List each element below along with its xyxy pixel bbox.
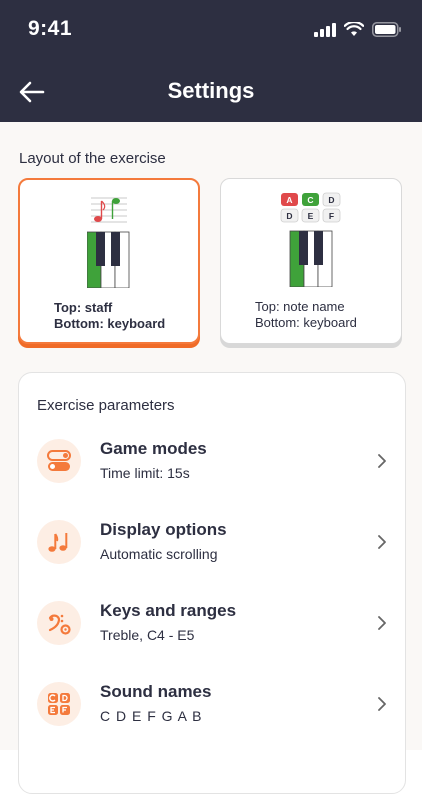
game-modes-row[interactable]: Game modes Time limit: 15s: [19, 433, 405, 503]
layout-option-staff-keyboard[interactable]: Top: staff Bottom: keyboard: [18, 178, 200, 344]
staff-keyboard-illustration: [87, 197, 130, 288]
keys-ranges-row[interactable]: Keys and ranges Treble, C4 - E5: [19, 595, 405, 665]
bass-clef-gear-icon: [37, 601, 81, 645]
param-title: Game modes: [100, 439, 207, 458]
params-title: Exercise parameters: [37, 397, 175, 414]
exercise-parameters-card: Exercise parameters Game modes Time limi…: [18, 372, 406, 794]
status-time: 9:41: [28, 17, 73, 40]
settings-content: Layout of the exercise Top: staff Bottom: [0, 122, 422, 794]
param-subtitle: Treble, C4 - E5: [100, 627, 195, 643]
layout-option-bottom: Bottom: keyboard: [255, 315, 357, 330]
toggle-icon: [37, 439, 81, 483]
svg-text:D: D: [286, 211, 292, 221]
chevron-right-icon: [378, 697, 386, 711]
param-title: Sound names: [100, 682, 212, 701]
svg-text:E: E: [308, 211, 314, 221]
svg-text:C: C: [307, 195, 313, 205]
param-subtitle: Automatic scrolling: [100, 546, 218, 562]
layout-option-bottom: Bottom: keyboard: [54, 316, 166, 331]
param-subtitle: Time limit: 15s: [100, 465, 190, 481]
layout-option-label: Top: staff Bottom: keyboard: [54, 300, 165, 332]
layout-section-label: Layout of the exercise: [19, 150, 166, 167]
status-icons: [314, 22, 402, 37]
param-title: Keys and ranges: [100, 601, 237, 620]
svg-text:D: D: [328, 195, 334, 205]
svg-text:A: A: [286, 195, 292, 205]
chevron-right-icon: [378, 535, 386, 549]
chevron-right-icon: [378, 616, 386, 630]
svg-text:F: F: [329, 211, 334, 221]
wifi-icon: [344, 22, 364, 36]
layout-option-top: Top: staff: [54, 300, 113, 315]
music-notes-icon: [37, 520, 81, 564]
page-title: Settings: [167, 78, 255, 103]
param-subtitle: C D E F G A B: [100, 708, 203, 724]
layout-option-label: Top: note name Bottom: keyboard: [255, 299, 357, 331]
param-title: Display options: [100, 520, 227, 539]
chevron-right-icon: [378, 454, 386, 468]
note-letters-icon: [37, 682, 81, 726]
signal-icon: [314, 22, 336, 37]
battery-icon: [372, 22, 401, 37]
layout-option-top: Top: note name: [255, 299, 345, 314]
app-header: 9:41 Settings: [0, 0, 422, 122]
display-options-row[interactable]: Display options Automatic scrolling: [19, 514, 405, 584]
note-names-keyboard-illustration: A C D D E F: [280, 192, 341, 287]
sound-names-row[interactable]: Sound names C D E F G A B: [19, 676, 405, 746]
layout-option-notename-keyboard[interactable]: A C D D E F Top: note name Bottom: keybo…: [220, 178, 402, 344]
